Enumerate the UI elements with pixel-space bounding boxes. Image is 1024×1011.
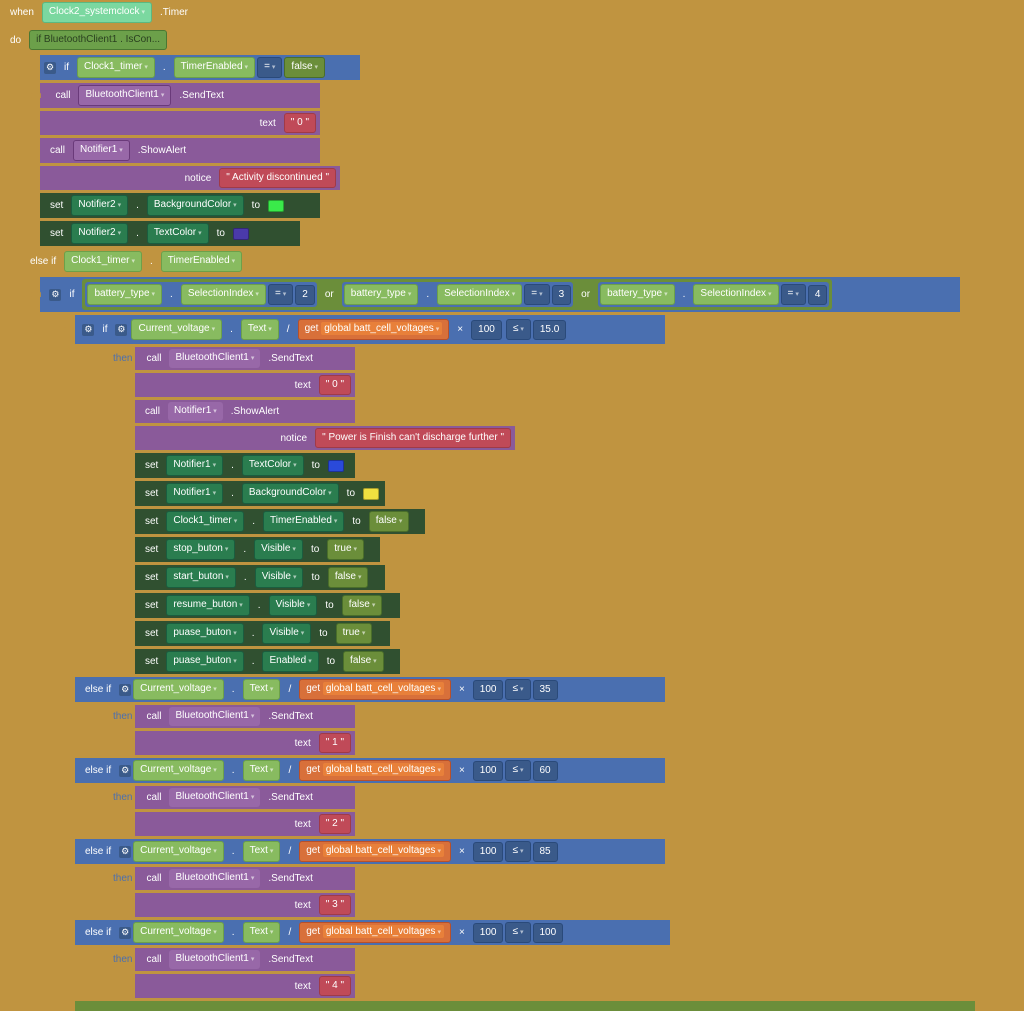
call-showalert-2: call Notifier1 .ShowAlert bbox=[135, 400, 355, 423]
gear-icon[interactable]: ⚙ bbox=[119, 765, 131, 777]
battery-type-or: then ⚙ if battery_type . SelectionIndex … bbox=[40, 277, 960, 312]
outer-cond: if BluetoothClient1 . IsCon... bbox=[29, 30, 167, 50]
color-green bbox=[268, 200, 284, 212]
clock-dropdown[interactable]: Clock2_systemclock bbox=[42, 2, 152, 23]
gear-icon[interactable]: ⚙ bbox=[44, 62, 56, 74]
color-yellow bbox=[363, 488, 379, 500]
call-showalert-1: call Notifier1 .ShowAlert bbox=[40, 138, 320, 163]
gear-icon[interactable]: ⚙ bbox=[119, 927, 131, 939]
elseif-100: else if ⚙ Current_voltage . Text / get g… bbox=[75, 920, 670, 945]
if-voltage-15: then ⚙ if ⚙ Current_voltage . Text / get… bbox=[75, 315, 665, 344]
do-row: do if BluetoothClient1 . IsCon... bbox=[0, 28, 1024, 52]
gear-icon[interactable]: ⚙ bbox=[115, 324, 127, 336]
elseif-85: else if ⚙ Current_voltage . Text / get g… bbox=[75, 839, 665, 864]
elseif-35: else if ⚙ Current_voltage . Text / get g… bbox=[75, 677, 665, 702]
color-blue bbox=[328, 460, 344, 472]
gear-icon[interactable]: ⚙ bbox=[82, 324, 94, 336]
elseif-60: else if ⚙ Current_voltage . Text / get g… bbox=[75, 758, 665, 783]
text-value: " 0 " bbox=[284, 113, 316, 133]
when-header: when Clock2_systemclock .Timer bbox=[0, 0, 1024, 25]
set-notifier2-text: set Notifier2 . TextColor to bbox=[40, 221, 300, 246]
gear-icon[interactable]: ⚙ bbox=[119, 846, 131, 858]
gear-icon[interactable]: ⚙ bbox=[119, 684, 131, 696]
elseif-1: else if Clock1_timer . TimerEnabled bbox=[20, 249, 1024, 274]
gear-icon[interactable]: ⚙ bbox=[49, 289, 61, 301]
call-sendtext-0b: then call BluetoothClient1 .SendText bbox=[135, 347, 355, 370]
if-block-1: ⚙ if Clock1_timer . TimerEnabled = false bbox=[40, 55, 360, 80]
set-notifier2-bg: set Notifier2 . BackgroundColor to bbox=[40, 193, 320, 218]
call-sendtext-0: then call BluetoothClient1 .SendText bbox=[40, 83, 320, 108]
color-navy bbox=[233, 228, 249, 240]
